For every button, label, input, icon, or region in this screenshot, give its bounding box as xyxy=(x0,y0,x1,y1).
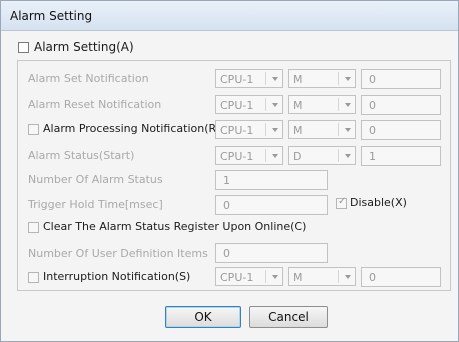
chevron-down-icon xyxy=(345,103,351,107)
cancel-button[interactable]: Cancel xyxy=(249,306,328,328)
interruption-cpu-select[interactable]: CPU-1 xyxy=(215,267,283,286)
chevron-down-icon xyxy=(272,103,278,107)
chevron-down-icon xyxy=(272,275,278,279)
interruption-value-field[interactable]: 0 xyxy=(361,267,441,287)
alarm-reset-cpu-select[interactable]: CPU-1 xyxy=(215,95,283,114)
chevron-down-icon xyxy=(345,77,351,81)
clear-alarm-status-register-checkbox[interactable] xyxy=(28,222,39,233)
alarm-status-value-field[interactable]: 1 xyxy=(361,146,441,166)
alarm-status-start-label: Alarm Status(Start) xyxy=(28,149,135,162)
alarm-processing-cpu-select[interactable]: CPU-1 xyxy=(215,120,283,139)
chevron-down-icon xyxy=(272,128,278,132)
title-bar: Alarm Setting xyxy=(1,1,458,31)
alarm-set-cpu-select[interactable]: CPU-1 xyxy=(215,69,283,88)
alarm-set-notification-label: Alarm Set Notification xyxy=(28,72,149,85)
clear-alarm-status-register-label: Clear The Alarm Status Register Upon Onl… xyxy=(43,220,307,233)
number-of-user-definition-items-field[interactable]: 0 xyxy=(215,243,328,263)
alarm-processing-notification-checkbox[interactable] xyxy=(28,124,39,135)
checkmark-icon: ✓ xyxy=(338,196,347,207)
alarm-status-device-select[interactable]: D xyxy=(288,146,356,165)
interruption-device-select[interactable]: M xyxy=(288,267,356,286)
interruption-notification-checkbox[interactable] xyxy=(28,272,39,283)
alarm-reset-device-select[interactable]: M xyxy=(288,95,356,114)
number-of-user-definition-items-label: Number Of User Definition Items xyxy=(28,247,208,260)
chevron-down-icon xyxy=(345,128,351,132)
alarm-setting-label: Alarm Setting(A) xyxy=(34,40,134,54)
alarm-set-device-select[interactable]: M xyxy=(288,69,356,88)
number-of-alarm-status-field[interactable]: 1 xyxy=(215,170,328,190)
trigger-hold-time-field[interactable]: 0 xyxy=(215,195,328,215)
alarm-reset-notification-label: Alarm Reset Notification xyxy=(28,98,162,111)
alarm-processing-notification-label: Alarm Processing Notification(R) xyxy=(43,122,221,135)
alarm-setting-dialog: Alarm Setting Alarm Setting(A) Alarm Set… xyxy=(0,0,459,342)
number-of-alarm-status-label: Number Of Alarm Status xyxy=(28,173,163,186)
disable-label: Disable(X) xyxy=(350,196,407,209)
alarm-set-value-field[interactable]: 0 xyxy=(361,69,441,89)
alarm-setting-checkbox[interactable] xyxy=(18,42,29,53)
alarm-reset-value-field[interactable]: 0 xyxy=(361,95,441,115)
chevron-down-icon xyxy=(345,275,351,279)
ok-button[interactable]: OK xyxy=(165,306,241,328)
chevron-down-icon xyxy=(272,77,278,81)
trigger-hold-time-label: Trigger Hold Time[msec] xyxy=(28,198,163,211)
alarm-status-cpu-select[interactable]: CPU-1 xyxy=(215,146,283,165)
chevron-down-icon xyxy=(345,154,351,158)
disable-checkbox[interactable]: ✓ xyxy=(336,196,347,209)
alarm-processing-value-field[interactable]: 0 xyxy=(361,120,441,140)
alarm-processing-device-select[interactable]: M xyxy=(288,120,356,139)
chevron-down-icon xyxy=(272,154,278,158)
interruption-notification-label: Interruption Notification(S) xyxy=(43,270,191,283)
dialog-title: Alarm Setting xyxy=(10,9,93,23)
